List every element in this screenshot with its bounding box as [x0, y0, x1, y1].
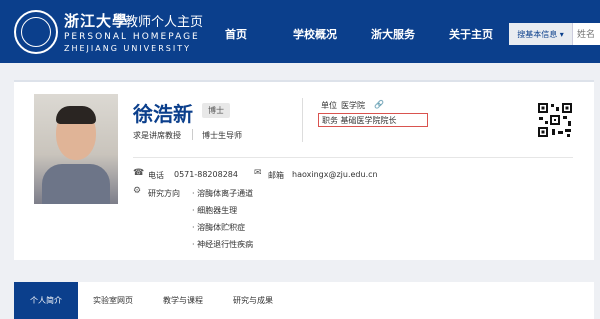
profile-name: 徐浩新	[133, 102, 193, 126]
tab-research-results[interactable]: 研究与成果	[218, 282, 288, 319]
logo-english-line2: ZHEJIANG UNIVERSITY	[64, 44, 191, 53]
vertical-divider	[302, 98, 303, 142]
email-label: 邮箱	[268, 171, 284, 180]
search-input[interactable]	[573, 23, 600, 45]
research-item: · 细胞器生理	[192, 206, 238, 215]
position-label: 职务	[322, 116, 338, 125]
phone-icon: ☎	[133, 168, 145, 178]
degree-badge: 博士	[202, 103, 230, 118]
title-divider	[192, 129, 193, 140]
tab-lab-page[interactable]: 实验室网页	[78, 282, 148, 319]
position-info: 职务 基础医学院院长	[318, 113, 428, 127]
nav-zju-services[interactable]: 浙大服务	[371, 26, 415, 42]
research-label: 研究方向	[148, 189, 180, 198]
search-type-select[interactable]: 搜基本信息 ▾	[509, 23, 573, 45]
logo-subtitle: 教师个人主页	[125, 15, 204, 30]
qr-code-icon	[537, 102, 573, 138]
nav-about-school[interactable]: 学校概况	[293, 26, 337, 42]
search-bar: 搜基本信息 ▾	[509, 23, 600, 45]
tab-teaching-courses[interactable]: 教学与课程	[148, 282, 218, 319]
tab-personal-intro[interactable]: 个人简介	[14, 282, 78, 319]
logo-english-line1: PERSONAL HOMEPAGE	[64, 32, 200, 42]
logo-university-name[interactable]: 浙江大學	[64, 10, 128, 31]
phone-label: 电话	[148, 171, 164, 180]
email-value[interactable]: haoxingx@zju.edu.cn	[292, 170, 378, 179]
research-item: · 溶酶体贮积症	[192, 223, 246, 232]
unit-info: 单位 医学院	[321, 100, 365, 111]
nav-about-homepage[interactable]: 关于主页	[449, 26, 493, 42]
site-header: 浙江大學 教师个人主页 PERSONAL HOMEPAGE ZHEJIANG U…	[0, 0, 600, 63]
profile-title-primary: 求是讲席教授	[133, 131, 181, 140]
unit-value[interactable]: 医学院	[341, 101, 365, 110]
profile-photo	[34, 94, 118, 204]
profile-title-secondary: 博士生导师	[202, 131, 242, 140]
mail-icon: ✉	[254, 168, 262, 178]
research-item: · 溶酶体离子通道	[192, 189, 254, 198]
unit-label: 单位	[321, 101, 337, 110]
info-divider	[133, 157, 573, 158]
link-icon[interactable]: 🔗	[374, 100, 384, 109]
profile-tabs: 个人简介 实验室网页 教学与课程 研究与成果	[14, 282, 594, 319]
research-item: · 神经退行性疾病	[192, 240, 254, 249]
research-gear-icon: ⚙	[133, 186, 142, 196]
phone-value: 0571-88208284	[174, 170, 238, 179]
university-emblem-icon[interactable]	[14, 10, 58, 54]
profile-card: 徐浩新 博士 求是讲席教授 博士生导师 单位 医学院 🔗 职务 基础医学院院长 ☎…	[14, 80, 594, 260]
position-value: 基础医学院院长	[340, 116, 397, 125]
nav-home[interactable]: 首页	[225, 26, 247, 42]
